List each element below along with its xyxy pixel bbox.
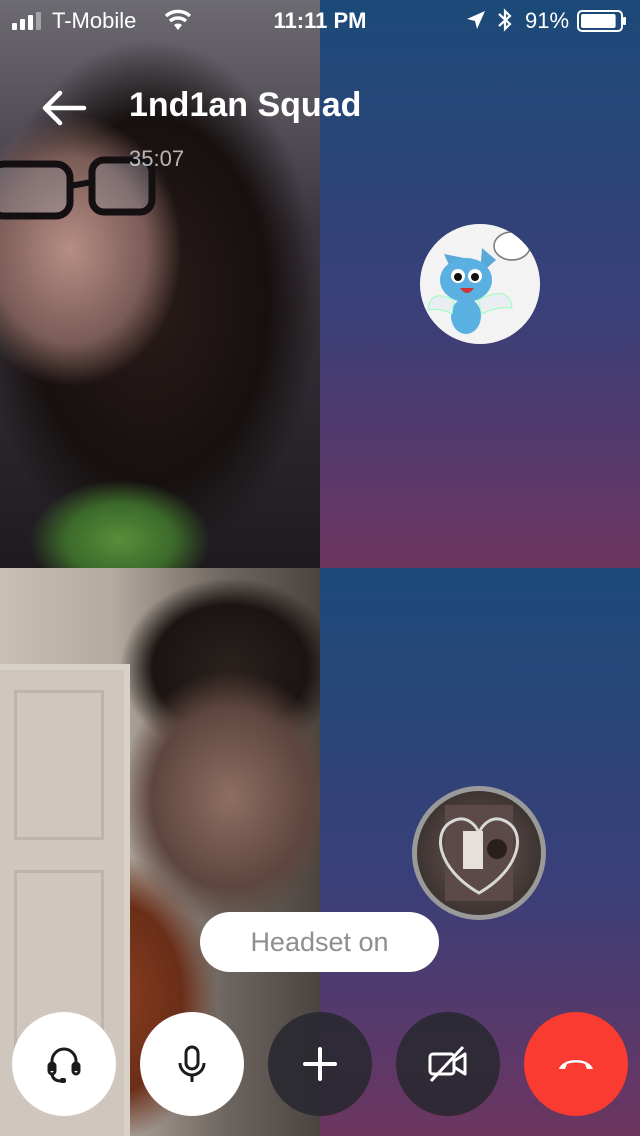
battery-percent: 91% — [525, 8, 570, 33]
call-title: 1nd1an Squad — [129, 86, 362, 124]
end-call-button[interactable] — [524, 1012, 628, 1116]
battery-icon — [577, 10, 626, 32]
microphone-icon — [178, 1045, 206, 1082]
photo-avatar — [412, 786, 546, 920]
hang-up-icon — [559, 1060, 593, 1069]
location-icon — [467, 11, 485, 29]
headset-button[interactable] — [12, 1012, 116, 1116]
call-duration: 35:07 — [129, 146, 185, 171]
bluetooth-icon — [498, 8, 512, 32]
status-bar: T-Mobile 11:11 PM 91% — [0, 0, 640, 40]
video-off-icon — [428, 1045, 467, 1083]
cartoon-cat-avatar — [420, 224, 540, 344]
back-arrow-icon[interactable] — [40, 88, 88, 128]
add-participant-button[interactable] — [268, 1012, 372, 1116]
plus-icon — [303, 1047, 337, 1081]
headset-toast: Headset on — [200, 912, 439, 972]
headset-icon — [47, 1047, 81, 1083]
toast-text: Headset on — [250, 926, 389, 957]
video-toggle-button[interactable] — [396, 1012, 500, 1116]
mute-button[interactable] — [140, 1012, 244, 1116]
